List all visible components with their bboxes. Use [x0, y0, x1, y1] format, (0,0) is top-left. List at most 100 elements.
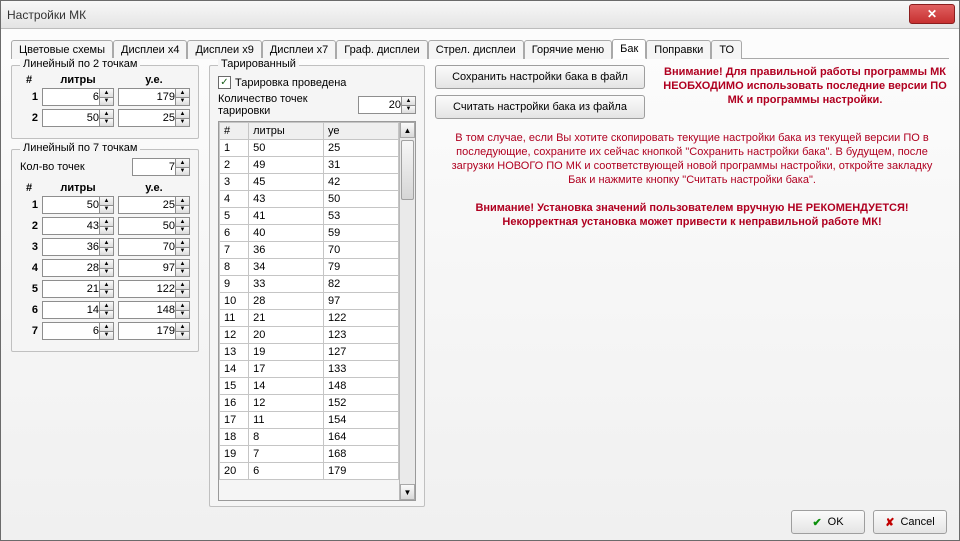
spin-down-icon[interactable]: ▼ — [175, 311, 189, 319]
spin-down-icon[interactable]: ▼ — [99, 119, 113, 127]
spin-up-icon[interactable]: ▲ — [175, 302, 189, 311]
linear7-lit-spinner[interactable]: 43▲▼ — [42, 217, 114, 235]
linear7-ue-spinner[interactable]: 122▲▼ — [118, 280, 190, 298]
linear7-ue-spinner[interactable]: 97▲▼ — [118, 259, 190, 277]
tab-7[interactable]: Бак — [612, 39, 646, 59]
linear2-lit-spinner[interactable]: 50▲▼ — [42, 109, 114, 127]
spin-down-icon[interactable]: ▼ — [99, 269, 113, 277]
table-row[interactable]: 1711154 — [220, 412, 399, 429]
tar-grid[interactable]: # литры уе 15025249313454244350541536405… — [219, 122, 399, 480]
spin-up-icon[interactable]: ▲ — [175, 239, 189, 248]
spin-up-icon[interactable]: ▲ — [175, 218, 189, 227]
spin-down-icon[interactable]: ▼ — [175, 290, 189, 298]
linear2-lit-spinner[interactable]: 6▲▼ — [42, 88, 114, 106]
tab-3[interactable]: Дисплеи x7 — [262, 40, 336, 59]
table-row[interactable]: 83479 — [220, 259, 399, 276]
spin-up-icon[interactable]: ▲ — [175, 159, 189, 168]
spin-up-icon[interactable]: ▲ — [175, 281, 189, 290]
save-tank-button[interactable]: Сохранить настройки бака в файл — [435, 65, 645, 89]
linear7-ue-spinner[interactable]: 50▲▼ — [118, 217, 190, 235]
spin-up-icon[interactable]: ▲ — [175, 197, 189, 206]
table-row[interactable]: 34542 — [220, 174, 399, 191]
spin-up-icon[interactable]: ▲ — [99, 323, 113, 332]
spin-down-icon[interactable]: ▼ — [175, 269, 189, 277]
table-row[interactable]: 64059 — [220, 225, 399, 242]
spin-up-icon[interactable]: ▲ — [175, 89, 189, 98]
spin-down-icon[interactable]: ▼ — [175, 98, 189, 106]
linear7-lit-spinner[interactable]: 28▲▼ — [42, 259, 114, 277]
table-row[interactable]: 93382 — [220, 276, 399, 293]
table-row[interactable]: 188164 — [220, 429, 399, 446]
scroll-track[interactable] — [400, 138, 415, 484]
linear7-lit-spinner[interactable]: 14▲▼ — [42, 301, 114, 319]
ok-button[interactable]: ✔OK — [791, 510, 865, 534]
tab-8[interactable]: Поправки — [646, 40, 711, 59]
table-row[interactable]: 15025 — [220, 140, 399, 157]
cancel-button[interactable]: ✘Cancel — [873, 510, 947, 534]
spin-down-icon[interactable]: ▼ — [99, 98, 113, 106]
linear7-count-spinner[interactable]: 7 ▲▼ — [132, 158, 190, 176]
tab-6[interactable]: Горячие меню — [524, 40, 612, 59]
linear7-ue-spinner[interactable]: 25▲▼ — [118, 196, 190, 214]
grid-scrollbar[interactable]: ▲ ▼ — [399, 122, 415, 500]
tab-4[interactable]: Граф. дисплеи — [336, 40, 427, 59]
spin-up-icon[interactable]: ▲ — [99, 110, 113, 119]
table-row[interactable]: 1121122 — [220, 310, 399, 327]
spin-down-icon[interactable]: ▼ — [175, 119, 189, 127]
spin-down-icon[interactable]: ▼ — [175, 227, 189, 235]
close-button[interactable]: ✕ — [909, 4, 955, 24]
linear7-lit-spinner[interactable]: 21▲▼ — [42, 280, 114, 298]
scroll-thumb[interactable] — [401, 140, 414, 200]
spin-up-icon[interactable]: ▲ — [175, 260, 189, 269]
spin-down-icon[interactable]: ▼ — [99, 227, 113, 235]
spin-down-icon[interactable]: ▼ — [99, 290, 113, 298]
linear7-ue-spinner[interactable]: 148▲▼ — [118, 301, 190, 319]
table-row[interactable]: 1514148 — [220, 378, 399, 395]
tab-0[interactable]: Цветовые схемы — [11, 40, 113, 59]
spin-down-icon[interactable]: ▼ — [99, 248, 113, 256]
spin-down-icon[interactable]: ▼ — [175, 332, 189, 340]
linear2-ue-spinner[interactable]: 179▲▼ — [118, 88, 190, 106]
spin-up-icon[interactable]: ▲ — [99, 197, 113, 206]
table-row[interactable]: 73670 — [220, 242, 399, 259]
table-row[interactable]: 24931 — [220, 157, 399, 174]
tab-9[interactable]: ТО — [711, 40, 742, 59]
linear7-lit-spinner[interactable]: 36▲▼ — [42, 238, 114, 256]
tab-5[interactable]: Стрел. дисплеи — [428, 40, 524, 59]
scroll-down-icon[interactable]: ▼ — [400, 484, 415, 500]
tar-done-checkbox[interactable]: ✓ — [218, 76, 231, 89]
table-row[interactable]: 102897 — [220, 293, 399, 310]
table-row[interactable]: 1220123 — [220, 327, 399, 344]
spin-up-icon[interactable]: ▲ — [99, 89, 113, 98]
spin-up-icon[interactable]: ▲ — [175, 110, 189, 119]
spin-down-icon[interactable]: ▼ — [175, 248, 189, 256]
spin-down-icon[interactable]: ▼ — [99, 206, 113, 214]
spin-up-icon[interactable]: ▲ — [99, 239, 113, 248]
table-row[interactable]: 44350 — [220, 191, 399, 208]
table-row[interactable]: 1612152 — [220, 395, 399, 412]
spin-up-icon[interactable]: ▲ — [175, 323, 189, 332]
spin-up-icon[interactable]: ▲ — [99, 260, 113, 269]
table-row[interactable]: 54153 — [220, 208, 399, 225]
tar-count-spinner[interactable]: 20 ▲▼ — [358, 96, 416, 114]
tab-2[interactable]: Дисплеи x9 — [187, 40, 261, 59]
linear2-ue-spinner[interactable]: 25▲▼ — [118, 109, 190, 127]
spin-up-icon[interactable]: ▲ — [401, 97, 415, 106]
table-row[interactable]: 206179 — [220, 463, 399, 480]
load-tank-button[interactable]: Считать настройки бака из файла — [435, 95, 645, 119]
linear7-lit-spinner[interactable]: 50▲▼ — [42, 196, 114, 214]
spin-down-icon[interactable]: ▼ — [175, 206, 189, 214]
table-row[interactable]: 197168 — [220, 446, 399, 463]
spin-down-icon[interactable]: ▼ — [175, 168, 189, 176]
linear7-lit-spinner[interactable]: 6▲▼ — [42, 322, 114, 340]
linear7-ue-spinner[interactable]: 70▲▼ — [118, 238, 190, 256]
linear7-ue-spinner[interactable]: 179▲▼ — [118, 322, 190, 340]
spin-down-icon[interactable]: ▼ — [99, 332, 113, 340]
spin-up-icon[interactable]: ▲ — [99, 218, 113, 227]
spin-up-icon[interactable]: ▲ — [99, 302, 113, 311]
spin-up-icon[interactable]: ▲ — [99, 281, 113, 290]
scroll-up-icon[interactable]: ▲ — [400, 122, 415, 138]
tab-1[interactable]: Дисплеи x4 — [113, 40, 187, 59]
spin-down-icon[interactable]: ▼ — [99, 311, 113, 319]
table-row[interactable]: 1319127 — [220, 344, 399, 361]
